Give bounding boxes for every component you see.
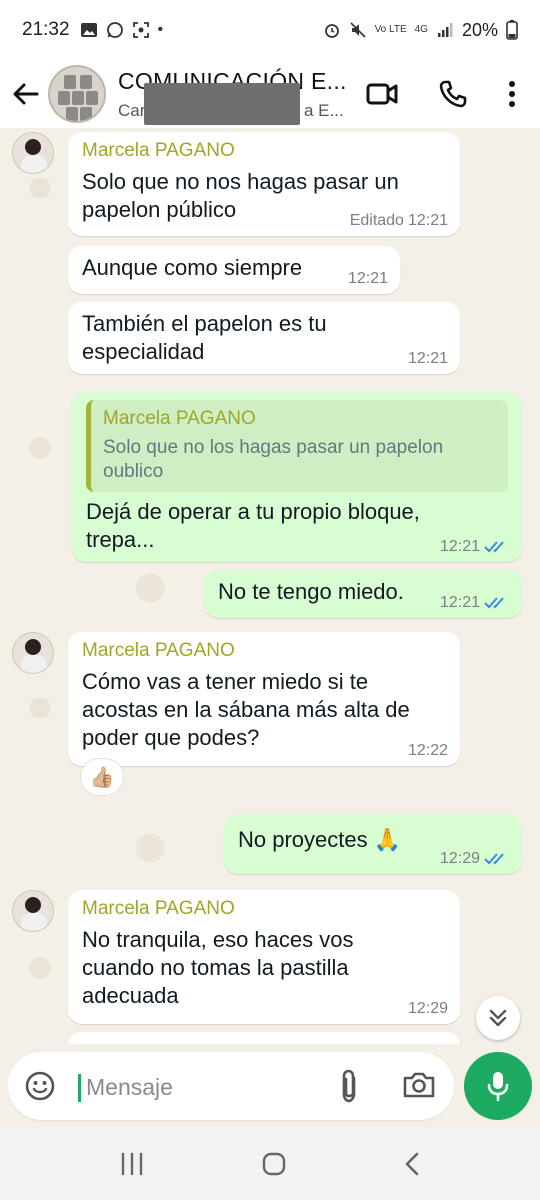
mute-icon xyxy=(349,22,366,38)
quoted-text: Solo que no los hagas pasar un papelon o… xyxy=(103,437,444,482)
screenshot-icon xyxy=(132,22,149,38)
message-meta: 12:21 xyxy=(348,270,388,288)
scroll-to-bottom-button[interactable] xyxy=(476,996,520,1040)
message-time: 12:21 xyxy=(407,350,448,367)
message-text: No tranquila, eso haces vos cuando no to… xyxy=(82,927,354,1008)
battery-percent: 20% xyxy=(461,19,498,40)
quoted-message[interactable]: Marcela PAGANO Solo que no los hagas pas… xyxy=(86,400,508,492)
message-reaction[interactable]: 👍🏼 xyxy=(80,758,124,796)
message-meta: 12:21 xyxy=(408,350,448,368)
whatsapp-icon xyxy=(106,22,123,38)
camera-button[interactable] xyxy=(402,1070,436,1105)
system-navigation-bar xyxy=(0,1128,540,1200)
double-chevron-down-icon xyxy=(489,1009,507,1027)
chat-header: COMUNICACIÓN E... Car a E... xyxy=(0,60,540,128)
chat-subtitle: Car a E... xyxy=(118,82,348,125)
paperclip-icon xyxy=(342,1069,356,1103)
camera-icon xyxy=(403,1072,435,1098)
group-avatar[interactable] xyxy=(48,65,106,123)
sender-name: Marcela PAGANO xyxy=(82,640,235,661)
message-bubble-incoming[interactable]: Aunque como siempre 12:21 xyxy=(68,246,400,294)
home-icon[interactable] xyxy=(261,1151,287,1177)
message-text: Aunque como siempre xyxy=(82,255,303,280)
back-nav-icon[interactable] xyxy=(402,1151,422,1177)
message-text: También el papelon es tu especialidad xyxy=(82,311,327,364)
arrow-left-icon xyxy=(13,83,39,105)
back-button[interactable] xyxy=(4,72,48,116)
message-bubble-incoming[interactable]: Marcela PAGANO Cómo vas a tener miedo si… xyxy=(68,632,460,766)
message-meta: 12:29 xyxy=(440,850,510,868)
read-ticks-icon xyxy=(484,853,504,865)
attach-button[interactable] xyxy=(338,1068,360,1109)
recent-apps-icon[interactable] xyxy=(118,1152,146,1176)
sender-avatar[interactable] xyxy=(12,890,54,932)
message-bubble-outgoing[interactable]: Marcela PAGANO Solo que no los hagas pas… xyxy=(72,392,522,562)
volte-label: Vo LTE xyxy=(374,24,407,35)
battery-icon xyxy=(506,20,518,40)
voice-message-button[interactable] xyxy=(464,1052,532,1120)
status-bar: 21:32 • Vo LTE 4G 20% xyxy=(0,0,540,60)
message-time: 12:22 xyxy=(407,742,448,759)
more-options-icon[interactable] xyxy=(508,80,516,108)
sender-avatar[interactable] xyxy=(12,132,54,174)
redaction-box xyxy=(144,82,300,125)
microphone-icon xyxy=(487,1072,509,1102)
message-text: Cómo vas a tener miedo si te acostas en … xyxy=(82,669,410,750)
chat-messages[interactable]: Marcela PAGANO Solo que no nos hagas pas… xyxy=(0,128,540,1044)
emoji-button[interactable] xyxy=(24,1070,56,1107)
read-ticks-icon xyxy=(484,541,504,553)
message-meta: 12:21 xyxy=(440,538,510,556)
message-meta: 12:22 xyxy=(408,742,448,760)
quoted-sender: Marcela PAGANO xyxy=(103,408,256,429)
message-time: 12:21 xyxy=(347,270,388,287)
message-meta: 12:21 xyxy=(440,594,510,612)
chat-title-area[interactable]: COMUNICACIÓN E... Car a E... xyxy=(118,68,348,125)
emoji-icon xyxy=(25,1071,55,1101)
edited-label: Editado xyxy=(349,212,404,229)
message-bubble-incoming[interactable]: Marcela PAGANO Solo que no nos hagas pas… xyxy=(68,132,460,236)
message-time: 12:21 xyxy=(439,594,480,611)
message-input-bar: Mensaje xyxy=(0,1044,540,1128)
message-placeholder: Mensaje xyxy=(86,1074,173,1100)
message-meta: Editado 12:21 xyxy=(350,212,448,230)
phone-call-icon[interactable] xyxy=(438,79,468,109)
message-meta: 12:29 xyxy=(408,1000,448,1018)
text-cursor xyxy=(78,1074,81,1102)
gallery-icon xyxy=(80,23,97,37)
sender-name: Marcela PAGANO xyxy=(82,898,235,919)
status-notification-icons: • xyxy=(80,21,164,39)
more-notifications-dot-icon: • xyxy=(157,21,164,38)
sender-avatar[interactable] xyxy=(12,632,54,674)
header-actions xyxy=(366,79,540,109)
status-time: 21:32 xyxy=(22,19,70,40)
video-call-icon[interactable] xyxy=(366,81,398,107)
thumbs-up-reaction: 👍🏼 xyxy=(89,766,115,789)
chat-subtitle-left: Car xyxy=(118,100,146,120)
message-input[interactable]: Mensaje xyxy=(8,1052,454,1120)
message-time: 12:21 xyxy=(407,212,448,229)
message-bubble-outgoing[interactable]: No proyectes 🙏 12:29 xyxy=(224,814,522,874)
message-bubble-incoming-partial[interactable] xyxy=(68,1032,460,1044)
message-time: 12:29 xyxy=(439,850,480,867)
message-text: Dejá de operar a tu propio bloque, trepa… xyxy=(86,499,420,552)
message-time: 12:21 xyxy=(439,538,480,555)
alarm-icon xyxy=(324,24,339,38)
read-ticks-icon xyxy=(484,597,504,609)
message-bubble-outgoing[interactable]: No te tengo miedo. 12:21 xyxy=(204,570,522,618)
message-bubble-incoming[interactable]: También el papelon es tu especialidad 12… xyxy=(68,302,460,374)
message-time: 12:29 xyxy=(407,1000,448,1017)
status-system-icons: Vo LTE 4G 20% xyxy=(323,20,518,41)
chat-subtitle-right: a E... xyxy=(304,100,344,120)
signal-icon xyxy=(437,23,453,37)
network-type-label: 4G xyxy=(414,24,428,35)
message-bubble-incoming[interactable]: Marcela PAGANO No tranquila, eso haces v… xyxy=(68,890,460,1024)
sender-name: Marcela PAGANO xyxy=(82,140,235,161)
